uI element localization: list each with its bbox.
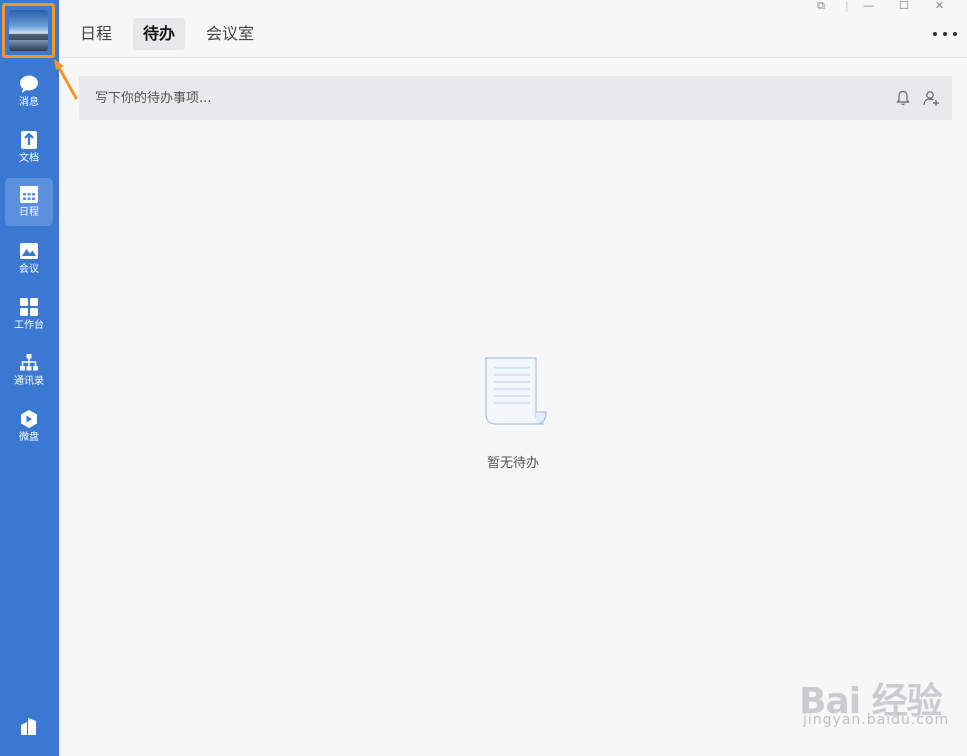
tab-todo[interactable]: 待办 — [133, 18, 186, 50]
todo-input-bar — [79, 76, 952, 120]
main-panel: ⧉ | — ☐ ✕ 日程 待办 会议室 暂无待办 Bai 经验 jingyan.… — [59, 0, 967, 756]
cloud-drive-icon — [21, 410, 37, 428]
sidebar-item-drive[interactable]: 微盘 — [5, 403, 53, 451]
sidebar-item-meeting[interactable]: 会议 — [5, 235, 53, 283]
building-icon[interactable] — [19, 716, 39, 736]
sidebar-item-calendar[interactable]: 日程 — [5, 178, 53, 226]
tab-schedule[interactable]: 日程 — [70, 18, 122, 50]
sidebar-item-label: 日程 — [19, 207, 39, 218]
more-options-icon[interactable] — [933, 24, 957, 44]
avatar[interactable] — [9, 10, 48, 51]
minimize-icon[interactable]: — — [863, 0, 874, 12]
bell-reminder-icon[interactable] — [895, 90, 911, 106]
maximize-icon[interactable]: ☐ — [899, 0, 909, 12]
sidebar-item-label: 会议 — [19, 264, 39, 275]
avatar-highlight-box — [2, 3, 55, 58]
todo-input[interactable] — [95, 90, 855, 106]
meeting-icon — [20, 243, 38, 259]
empty-list-icon — [485, 357, 547, 425]
document-icon — [21, 131, 37, 149]
workbench-grid-icon — [20, 298, 38, 316]
tab-meeting-room[interactable]: 会议室 — [196, 18, 264, 50]
sidebar-item-label: 通讯录 — [14, 376, 44, 387]
sidebar-item-label: 文档 — [19, 153, 39, 164]
sidebar-item-docs[interactable]: 文档 — [5, 124, 53, 172]
tab-bar: 日程 待办 会议室 — [59, 18, 264, 50]
sidebar-item-label: 工作台 — [14, 320, 44, 331]
empty-state-text: 暂无待办 — [486, 456, 539, 471]
org-chart-icon — [20, 354, 38, 371]
sidebar-item-workbench[interactable]: 工作台 — [5, 291, 53, 339]
sidebar: 消息 文档 日程 会议 工作台 通讯录 微盘 — [0, 0, 59, 756]
assign-person-icon[interactable] — [923, 90, 940, 106]
chat-bubble-icon — [20, 75, 38, 93]
sidebar-item-label: 微盘 — [19, 432, 39, 443]
watermark-url: jingyan.baidu.com — [803, 712, 950, 728]
sidebar-item-messages[interactable]: 消息 — [5, 68, 53, 116]
window-divider: | — [845, 0, 849, 12]
header-divider — [59, 57, 967, 58]
calendar-icon — [20, 186, 38, 203]
popout-icon[interactable]: ⧉ — [817, 0, 825, 12]
window-controls: ⧉ | — ☐ ✕ — [817, 0, 967, 14]
sidebar-item-label: 消息 — [19, 97, 39, 108]
sidebar-item-contacts[interactable]: 通讯录 — [5, 347, 53, 395]
close-icon[interactable]: ✕ — [935, 0, 944, 12]
watermark: Bai 经验 jingyan.baidu.com — [799, 650, 967, 740]
